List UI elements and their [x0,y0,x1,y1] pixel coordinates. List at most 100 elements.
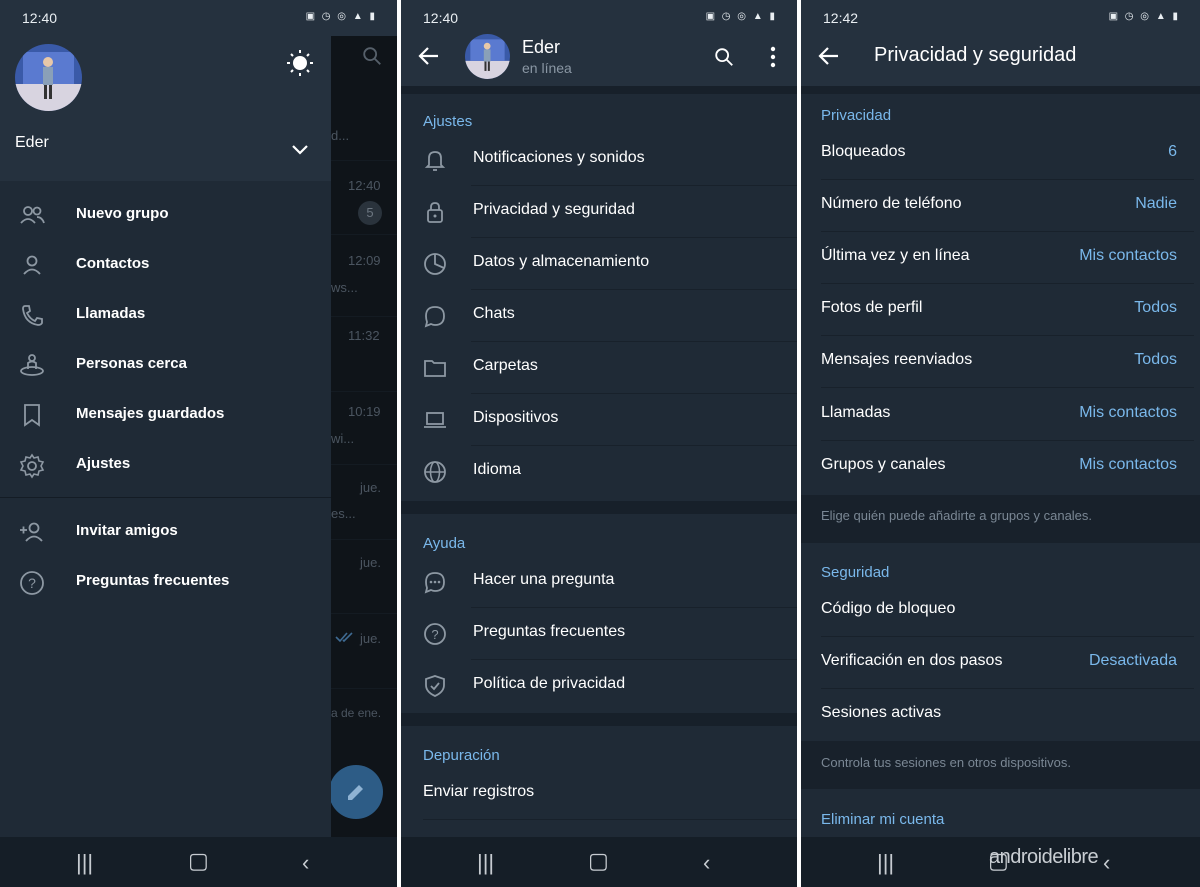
menu-item-contacts[interactable]: Contactos [0,240,331,290]
settings-section: Ajustes Notificaciones y sonidos Privaci… [401,94,797,501]
help-section: Ayuda Hacer una pregunta ? Preguntas fre… [401,514,797,713]
settings-row-privacy[interactable]: Privacidad y seguridad [401,186,797,238]
settings-screen: 12:40 ▣ ◷ ◎ ▲ ▮ Eder en línea Ajustes No… [401,0,797,887]
avatar[interactable] [15,44,82,111]
row-label: Número de teléfono [821,195,962,212]
section-title: Ajustes [423,113,473,130]
nearby-people-icon [19,353,45,377]
settings-row-send-logs[interactable]: Enviar registros [401,768,797,820]
row-label: Llamadas [821,404,891,421]
bell-icon [423,148,447,172]
back-nav-icon[interactable]: ‹ [302,850,309,876]
menu-item-calls[interactable]: Llamadas [0,290,331,340]
home-icon[interactable]: ▢ [188,848,209,874]
add-person-icon [19,520,45,544]
search-icon[interactable] [361,45,383,67]
chat-snippet: a de ene. [331,706,382,720]
chat-list-background: d... 12:40 12:09 ws... 11:32 10:19 wi...… [331,36,397,837]
avatar[interactable] [465,34,510,79]
settings-row-data[interactable]: Datos y almacenamiento [401,238,797,290]
chat-time: jue. [360,631,381,646]
shield-check-icon [423,674,447,698]
back-arrow-icon[interactable] [418,46,440,66]
recent-apps-icon[interactable]: ||| [76,850,93,876]
lock-icon [423,200,447,224]
settings-row-devices[interactable]: Dispositivos [401,394,797,446]
security-row-two-step[interactable]: Verificación en dos pasos Desactivada [801,637,1200,689]
settings-row-folders[interactable]: Carpetas [401,342,797,394]
menu-item-invite-friends[interactable]: Invitar amigos [0,507,331,557]
compose-button[interactable] [329,765,383,819]
privacy-row-last-seen[interactable]: Última vez y en línea Mis contactos [801,232,1200,284]
pencil-icon [344,780,368,804]
home-icon[interactable]: ▢ [588,848,609,874]
privacy-row-groups[interactable]: Grupos y canales Mis contactos [801,441,1200,493]
settings-row-notifications[interactable]: Notificaciones y sonidos [401,134,797,186]
row-value: Mis contactos [1079,404,1177,421]
double-check-icon [335,631,355,643]
status-time: 12:42 [823,10,859,26]
section-title: Depuración [423,747,500,764]
svg-text:?: ? [28,575,36,591]
privacy-row-phone[interactable]: Número de teléfono Nadie [801,180,1200,232]
privacy-hint-area: Elige quién puede añadirte a grupos y ca… [801,495,1200,543]
privacy-header: Privacidad y seguridad [801,28,1200,86]
privacy-hint: Elige quién puede añadirte a grupos y ca… [821,508,1093,523]
menu-item-faq[interactable]: ? Preguntas frecuentes [0,557,331,607]
section-title[interactable]: Eliminar mi cuenta [821,811,944,828]
settings-header: Eder en línea [401,28,797,86]
settings-row-label: Enviar registros [423,783,535,800]
section-title: Ayuda [423,535,466,552]
settings-row-privacy-policy[interactable]: Política de privacidad [401,660,797,712]
recent-apps-icon[interactable]: ||| [877,850,894,876]
status-time: 12:40 [22,10,58,26]
svg-text:?: ? [431,627,438,642]
back-arrow-icon[interactable] [818,46,840,66]
status-icons: ▣ ◷ ◎ ▲ ▮ [305,11,377,22]
row-label: Mensajes reenviados [821,351,973,368]
recent-apps-icon[interactable]: ||| [477,850,494,876]
settings-row-label: Idioma [473,461,522,478]
menu-item-label: Ajustes [76,455,131,472]
chat-snippet: d... [331,128,350,143]
privacy-row-blocked[interactable]: Bloqueados 6 [801,128,1200,180]
settings-row-faq[interactable]: ? Preguntas frecuentes [401,608,797,660]
settings-row-chats[interactable]: Chats [401,290,797,342]
search-icon[interactable] [713,46,735,68]
row-label: Código de bloqueo [821,600,956,617]
privacy-row-calls[interactable]: Llamadas Mis contactos [801,389,1200,441]
settings-row-ask[interactable]: Hacer una pregunta [401,556,797,608]
gear-icon [19,453,45,479]
security-row-passcode[interactable]: Código de bloqueo [801,585,1200,637]
privacy-row-forwarded[interactable]: Mensajes reenviados Todos [801,336,1200,388]
drawer-screen: 12:40 ▣ ◷ ◎ ▲ ▮ d... 12:40 12:09 ws... 1… [0,0,397,887]
settings-row-label: Datos y almacenamiento [473,253,650,270]
row-value: Todos [1134,351,1177,368]
menu-item-people-nearby[interactable]: Personas cerca [0,340,331,390]
menu-item-label: Contactos [76,255,150,272]
back-nav-icon[interactable]: ‹ [703,850,710,876]
chevron-down-icon[interactable] [291,144,309,156]
pie-chart-icon [423,252,447,276]
security-row-sessions[interactable]: Sesiones activas [801,689,1200,741]
settings-row-language[interactable]: Idioma [401,446,797,498]
help-icon: ? [19,570,45,596]
drawer-header: Eder [0,28,331,181]
system-nav-bar: ||| ▢ ‹ [401,837,797,887]
row-value: Desactivada [1088,652,1177,669]
privacy-screen: 12:42 ▣ ◷ ◎ ▲ ▮ Privacidad y seguridad P… [801,0,1200,887]
menu-item-saved-messages[interactable]: Mensajes guardados [0,390,331,440]
more-vert-icon[interactable] [770,46,776,68]
menu-item-new-group[interactable]: Nuevo grupo [0,190,331,240]
privacy-row-profile-photos[interactable]: Fotos de perfil Todos [801,284,1200,336]
theme-toggle-icon[interactable] [286,49,314,77]
menu-item-settings[interactable]: Ajustes [0,440,331,490]
back-nav-icon[interactable]: ‹ [1103,850,1110,876]
delete-account-section: Eliminar mi cuenta [801,789,1200,837]
status-time: 12:40 [423,10,459,26]
ask-question-icon [423,570,447,594]
person-icon [19,253,45,277]
section-title: Privacidad [821,107,892,124]
privacy-section: Privacidad Bloqueados 6 Número de teléfo… [801,94,1200,495]
settings-row-label: Notificaciones y sonidos [473,149,645,166]
